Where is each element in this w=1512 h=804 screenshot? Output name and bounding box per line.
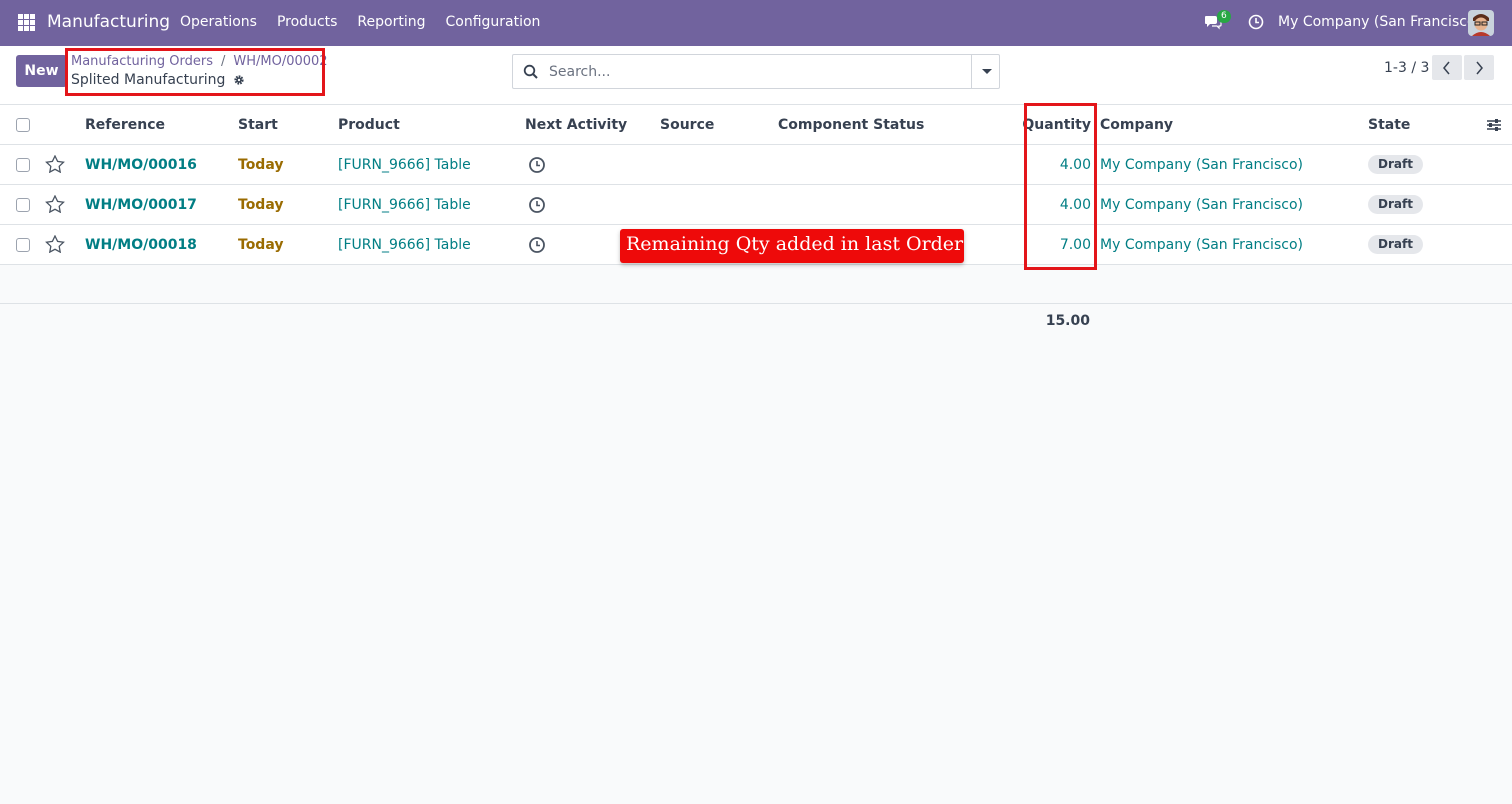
table-row[interactable]: WH/MO/00016 Today [FURN_9666] Table 4.00… [0,145,1512,185]
status-badge: Draft [1368,195,1423,214]
status-badge: Draft [1368,235,1423,254]
chevron-left-icon [1443,61,1450,75]
user-avatar[interactable] [1468,10,1494,36]
row-product[interactable]: [FURN_9666] Table [338,185,471,225]
menu-operations[interactable]: Operations [180,14,257,30]
pager-next-button[interactable] [1464,55,1494,80]
header-start[interactable]: Start [238,105,278,145]
search-input[interactable] [549,61,969,83]
activity-clock-icon[interactable] [528,196,546,214]
control-panel: New Manufacturing Orders / WH/MO/00002 S… [0,46,1512,105]
breadcrumb-highlight-box [65,48,325,96]
row-reference[interactable]: WH/MO/00016 [85,145,197,185]
row-checkbox[interactable] [16,158,30,172]
search-icon [523,64,538,79]
table-row[interactable]: WH/MO/00017 Today [FURN_9666] Table 4.00… [0,185,1512,225]
optional-columns-icon[interactable] [1486,118,1502,132]
main-menu: Operations Products Reporting Configurat… [180,14,540,30]
company-switcher[interactable]: My Company (San Francisco) [1278,14,1481,30]
row-start: Today [238,157,284,173]
row-reference[interactable]: WH/MO/00017 [85,185,197,225]
header-state[interactable]: State [1368,105,1410,145]
row-company[interactable]: My Company (San Francisco) [1100,145,1303,185]
activity-clock-icon[interactable] [1248,14,1264,30]
new-button[interactable]: New [16,55,67,87]
star-icon[interactable] [45,155,65,173]
header-company[interactable]: Company [1100,105,1173,145]
row-checkbox[interactable] [16,198,30,212]
activity-clock-icon[interactable] [528,236,546,254]
chevron-right-icon [1476,61,1483,75]
row-reference[interactable]: WH/MO/00018 [85,225,197,265]
header-source[interactable]: Source [660,105,714,145]
quantity-highlight-box [1024,103,1097,270]
row-product[interactable]: [FURN_9666] Table [338,145,471,185]
row-company[interactable]: My Company (San Francisco) [1100,225,1303,265]
annotation-label: Remaining Qty added in last Order [620,229,964,263]
header-component-status[interactable]: Component Status [778,105,924,145]
top-navbar: Manufacturing Operations Products Report… [0,0,1512,46]
row-checkbox[interactable] [16,238,30,252]
app-name[interactable]: Manufacturing [47,12,170,32]
header-reference[interactable]: Reference [85,105,165,145]
menu-reporting[interactable]: Reporting [357,14,425,30]
row-product[interactable]: [FURN_9666] Table [338,225,471,265]
header-product[interactable]: Product [338,105,400,145]
star-icon[interactable] [45,235,65,253]
quantity-total: 15.00 [1045,313,1090,329]
pager-previous-button[interactable] [1432,55,1462,80]
activity-clock-icon[interactable] [528,156,546,174]
empty-table-row [0,266,1512,304]
pager-value[interactable]: 1-3 / 3 [1384,60,1429,76]
row-start: Today [238,237,284,253]
apps-grid-icon[interactable] [18,14,35,31]
menu-products[interactable]: Products [277,14,337,30]
search-bar [512,54,1000,89]
header-next-activity[interactable]: Next Activity [525,105,627,145]
message-count-badge: 6 [1217,10,1231,23]
select-all-checkbox[interactable] [16,118,30,132]
menu-configuration[interactable]: Configuration [445,14,540,30]
row-company[interactable]: My Company (San Francisco) [1100,185,1303,225]
search-options-toggle[interactable] [971,55,1000,88]
star-icon[interactable] [45,195,65,213]
status-badge: Draft [1368,155,1423,174]
row-start: Today [238,197,284,213]
table-header: Reference Start Product Next Activity So… [0,105,1512,145]
